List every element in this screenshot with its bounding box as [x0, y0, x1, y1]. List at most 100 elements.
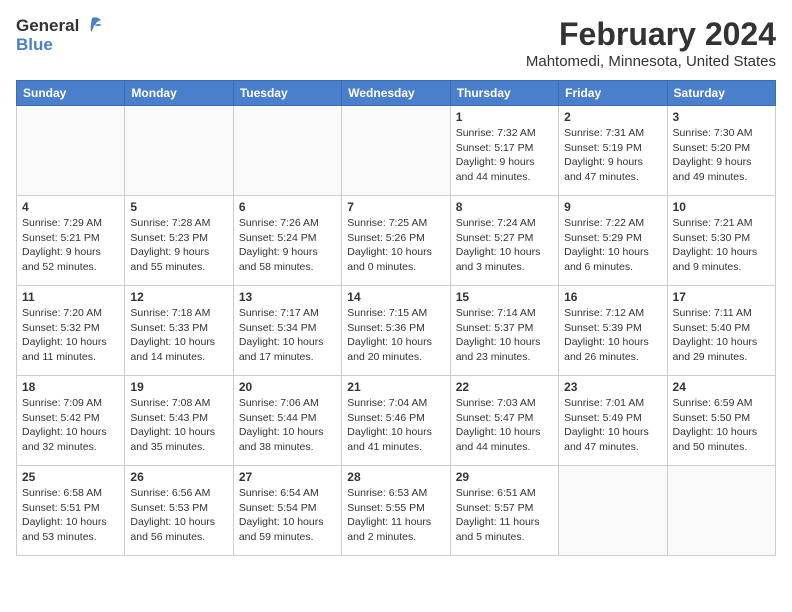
table-row: [559, 466, 667, 556]
table-row: 2Sunrise: 7:31 AMSunset: 5:19 PMDaylight…: [559, 106, 667, 196]
table-row: 17 Sunrise: 7:11 AMSunset: 5:40 PMDayligh…: [667, 286, 775, 376]
day-number: 21: [347, 380, 444, 394]
table-row: 29 Sunrise: 6:51 AMSunset: 5:57 PMDayligh…: [450, 466, 558, 556]
day-number: 16: [564, 290, 661, 304]
day-number: 5: [130, 200, 227, 214]
table-row: 10 Sunrise: 7:21 AMSunset: 5:30 PMDayligh…: [667, 196, 775, 286]
location-title: Mahtomedi, Minnesota, United States: [526, 53, 776, 70]
day-number: 19: [130, 380, 227, 394]
day-info: Sunrise: 6:51 AMSunset: 5:57 PMDaylight:…: [456, 486, 553, 545]
table-row: [233, 106, 341, 196]
table-row: 27Sunrise: 6:54 AMSunset: 5:54 PMDayligh…: [233, 466, 341, 556]
day-number: 15: [456, 290, 553, 304]
table-row: 13Sunrise: 7:17 AMSunset: 5:34 PMDayligh…: [233, 286, 341, 376]
table-row: 22 Sunrise: 7:03 AMSunset: 5:47 PMDayligh…: [450, 376, 558, 466]
day-info: Sunrise: 7:21 AMSunset: 5:30 PMDaylight:…: [673, 216, 770, 275]
table-row: 5 Sunrise: 7:28 AMSunset: 5:23 PMDaylight…: [125, 196, 233, 286]
title-block: February 2024 Mahtomedi, Minnesota, Unit…: [526, 16, 776, 70]
day-info: Sunrise: 6:56 AMSunset: 5:53 PMDaylight:…: [130, 486, 227, 545]
day-number: 28: [347, 470, 444, 484]
day-number: 22: [456, 380, 553, 394]
day-info: Sunrise: 6:59 AMSunset: 5:50 PMDaylight:…: [673, 396, 770, 455]
day-number: 26: [130, 470, 227, 484]
table-row: 15 Sunrise: 7:14 AMSunset: 5:37 PMDayligh…: [450, 286, 558, 376]
day-number: 8: [456, 200, 553, 214]
table-row: 11Sunrise: 7:20 AMSunset: 5:32 PMDayligh…: [17, 286, 125, 376]
table-row: [17, 106, 125, 196]
day-number: 7: [347, 200, 444, 214]
table-row: 6 Sunrise: 7:26 AMSunset: 5:24 PMDaylight…: [233, 196, 341, 286]
table-row: 23 Sunrise: 7:01 AMSunset: 5:49 PMDayligh…: [559, 376, 667, 466]
table-row: 1 Sunrise: 7:32 AMSunset: 5:17 PMDaylight…: [450, 106, 558, 196]
calendar-header-row: Sunday Monday Tuesday Wednesday Thursday…: [17, 81, 776, 106]
table-row: 18 Sunrise: 7:09 AMSunset: 5:42 PMDayligh…: [17, 376, 125, 466]
day-info: Sunrise: 7:08 AMSunset: 5:43 PMDaylight:…: [130, 396, 227, 455]
header-tuesday: Tuesday: [233, 81, 341, 106]
calendar-week-2: 4 Sunrise: 7:29 AMSunset: 5:21 PMDaylight…: [17, 196, 776, 286]
table-row: 9 Sunrise: 7:22 AMSunset: 5:29 PMDaylight…: [559, 196, 667, 286]
calendar-week-4: 18 Sunrise: 7:09 AMSunset: 5:42 PMDayligh…: [17, 376, 776, 466]
table-row: [667, 466, 775, 556]
day-info: Sunrise: 7:06 AMSunset: 5:44 PMDaylight:…: [239, 396, 336, 455]
day-info: Sunrise: 7:11 AMSunset: 5:40 PMDaylight:…: [673, 306, 770, 365]
day-number: 23: [564, 380, 661, 394]
day-number: 29: [456, 470, 553, 484]
day-number: 3: [673, 110, 770, 124]
table-row: 19 Sunrise: 7:08 AMSunset: 5:43 PMDayligh…: [125, 376, 233, 466]
header-wednesday: Wednesday: [342, 81, 450, 106]
day-info: Sunrise: 7:14 AMSunset: 5:37 PMDaylight:…: [456, 306, 553, 365]
table-row: 4 Sunrise: 7:29 AMSunset: 5:21 PMDaylight…: [17, 196, 125, 286]
day-number: 14: [347, 290, 444, 304]
day-number: 2: [564, 110, 661, 124]
table-row: 8 Sunrise: 7:24 AMSunset: 5:27 PMDaylight…: [450, 196, 558, 286]
table-row: [342, 106, 450, 196]
day-info: Sunrise: 7:28 AMSunset: 5:23 PMDaylight:…: [130, 216, 227, 275]
day-info: Sunrise: 7:12 AMSunset: 5:39 PMDaylight:…: [564, 306, 661, 365]
table-row: 16 Sunrise: 7:12 AMSunset: 5:39 PMDayligh…: [559, 286, 667, 376]
day-number: 18: [22, 380, 119, 394]
day-number: 6: [239, 200, 336, 214]
day-number: 24: [673, 380, 770, 394]
day-number: 27: [239, 470, 336, 484]
table-row: 3 Sunrise: 7:30 AMSunset: 5:20 PMDaylight…: [667, 106, 775, 196]
day-info: Sunrise: 7:18 AMSunset: 5:33 PMDaylight:…: [130, 306, 227, 365]
day-number: 17: [673, 290, 770, 304]
day-info: Sunrise: 7:32 AMSunset: 5:17 PMDaylight:…: [456, 126, 553, 185]
table-row: 12Sunrise: 7:18 AMSunset: 5:33 PMDayligh…: [125, 286, 233, 376]
day-info: Sunrise: 6:58 AMSunset: 5:51 PMDaylight:…: [22, 486, 119, 545]
day-info: Sunrise: 7:26 AMSunset: 5:24 PMDaylight:…: [239, 216, 336, 275]
day-number: 9: [564, 200, 661, 214]
day-number: 11: [22, 290, 119, 304]
day-info: Sunrise: 7:24 AMSunset: 5:27 PMDaylight:…: [456, 216, 553, 275]
day-info: Sunrise: 7:29 AMSunset: 5:21 PMDaylight:…: [22, 216, 119, 275]
table-row: 21 Sunrise: 7:04 AMSunset: 5:46 PMDayligh…: [342, 376, 450, 466]
table-row: [125, 106, 233, 196]
day-number: 20: [239, 380, 336, 394]
day-info: Sunrise: 6:53 AMSunset: 5:55 PMDaylight:…: [347, 486, 444, 545]
day-number: 10: [673, 200, 770, 214]
day-number: 4: [22, 200, 119, 214]
calendar-week-1: 1 Sunrise: 7:32 AMSunset: 5:17 PMDaylight…: [17, 106, 776, 196]
day-info: Sunrise: 7:09 AMSunset: 5:42 PMDaylight:…: [22, 396, 119, 455]
day-info: Sunrise: 7:22 AMSunset: 5:29 PMDaylight:…: [564, 216, 661, 275]
table-row: 25 Sunrise: 6:58 AMSunset: 5:51 PMDayligh…: [17, 466, 125, 556]
day-number: 25: [22, 470, 119, 484]
day-number: 13: [239, 290, 336, 304]
day-info: Sunrise: 7:01 AMSunset: 5:49 PMDaylight:…: [564, 396, 661, 455]
table-row: 7Sunrise: 7:25 AMSunset: 5:26 PMDaylight…: [342, 196, 450, 286]
header-saturday: Saturday: [667, 81, 775, 106]
logo-bird-icon: [81, 16, 103, 36]
table-row: 24 Sunrise: 6:59 AMSunset: 5:50 PMDayligh…: [667, 376, 775, 466]
header-sunday: Sunday: [17, 81, 125, 106]
day-info: Sunrise: 7:15 AMSunset: 5:36 PMDaylight:…: [347, 306, 444, 365]
calendar-week-5: 25 Sunrise: 6:58 AMSunset: 5:51 PMDayligh…: [17, 466, 776, 556]
page-header: General Blue February 2024 Mahtomedi, Mi…: [16, 16, 776, 70]
day-info: Sunrise: 7:04 AMSunset: 5:46 PMDaylight:…: [347, 396, 444, 455]
day-number: 1: [456, 110, 553, 124]
calendar-table: Sunday Monday Tuesday Wednesday Thursday…: [16, 80, 776, 556]
header-monday: Monday: [125, 81, 233, 106]
day-info: Sunrise: 7:03 AMSunset: 5:47 PMDaylight:…: [456, 396, 553, 455]
table-row: 26 Sunrise: 6:56 AMSunset: 5:53 PMDayligh…: [125, 466, 233, 556]
day-info: Sunrise: 7:30 AMSunset: 5:20 PMDaylight:…: [673, 126, 770, 185]
header-friday: Friday: [559, 81, 667, 106]
